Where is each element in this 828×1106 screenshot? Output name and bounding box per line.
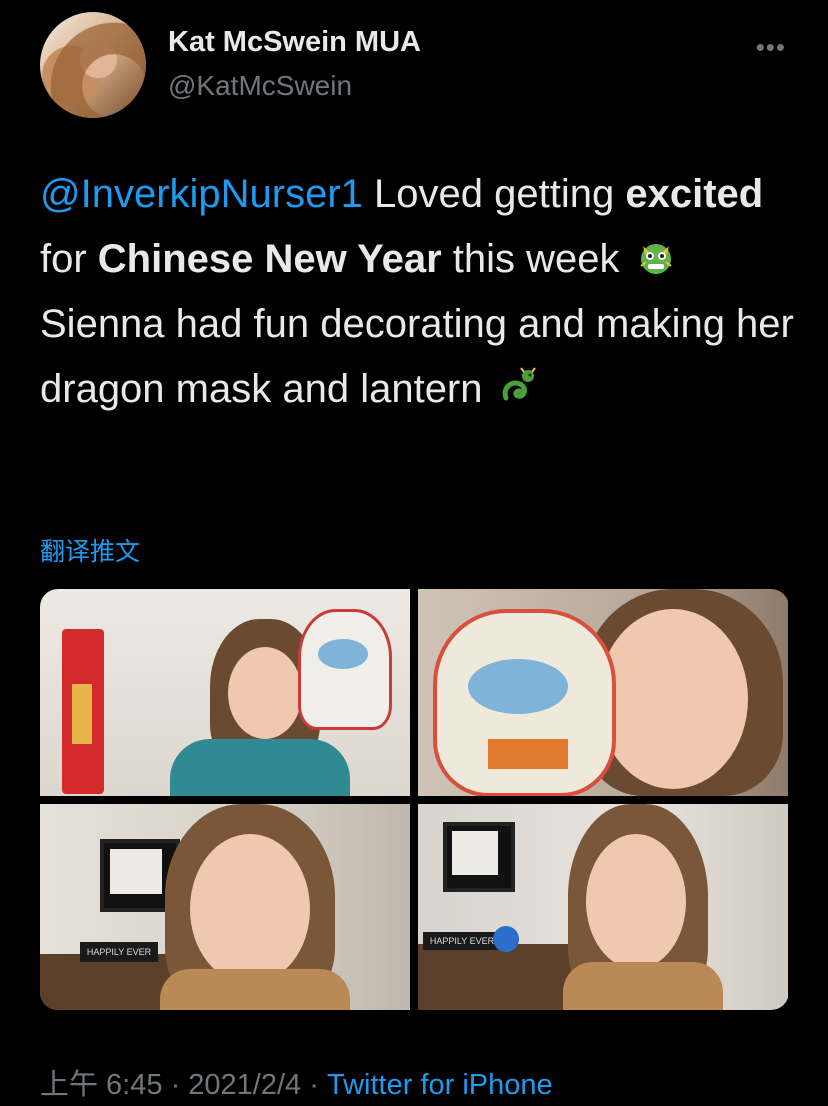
tweet-text: @InverkipNurser1 Loved getting excited f…: [40, 162, 800, 422]
happily-ever-sign: HAPPILY EVER: [80, 942, 158, 962]
mask-eyes: [468, 659, 568, 714]
tweet-text-segment: for: [40, 237, 98, 281]
dragon-face-icon: [640, 244, 672, 274]
mask-eyes: [318, 639, 368, 669]
tweet-text-segment: Sienna had fun decorating and making her…: [40, 302, 794, 411]
dragon-mask: [298, 609, 392, 730]
picture-frame-inner: [110, 849, 162, 894]
child-face: [190, 834, 310, 984]
tweet-time: 上午 6:45: [40, 1069, 163, 1101]
avatar[interactable]: [40, 12, 146, 118]
child-face: [586, 834, 686, 969]
translate-tweet-link[interactable]: 翻译推文: [40, 532, 140, 568]
separator: ·: [170, 1069, 181, 1101]
tweet-footer: 上午 6:45 · 2021/2/4 · Twitter for iPhone: [40, 1061, 553, 1103]
tweet-header: Kat McSwein MUA @KatMcSwein •••: [40, 8, 800, 118]
photo-2[interactable]: [418, 589, 788, 796]
child-top: [160, 969, 350, 1010]
picture-frame-inner: [452, 831, 498, 875]
author-handle[interactable]: @KatMcSwein: [168, 70, 352, 102]
photo-1[interactable]: [40, 589, 410, 796]
separator: ·: [309, 1069, 319, 1101]
tweet-text-segment: Loved getting: [362, 172, 626, 216]
media-grid: HAPPILY EVER HAPPILY EVER: [40, 589, 789, 1010]
tweet-bold-excited: excited: [625, 172, 764, 216]
tweet-source-link[interactable]: Twitter for iPhone: [327, 1069, 553, 1101]
avatar-hair: [40, 12, 146, 118]
child-face: [228, 647, 302, 739]
dragon-icon: [502, 367, 536, 401]
author-display-name[interactable]: Kat McSwein MUA: [168, 26, 421, 59]
tweet-text-segment: this week: [441, 237, 631, 281]
photo-3[interactable]: HAPPILY EVER: [40, 804, 410, 1010]
more-options-icon[interactable]: •••: [756, 32, 786, 63]
blue-ornament: [493, 926, 519, 952]
lantern-pattern: [72, 684, 92, 744]
happily-ever-sign: HAPPILY EVER: [423, 932, 501, 950]
photo-4[interactable]: HAPPILY EVER: [418, 804, 788, 1010]
mask-teeth: [488, 739, 568, 769]
child-face: [598, 609, 748, 789]
tweet-date: 2021/2/4: [188, 1069, 302, 1101]
shelf: [418, 944, 578, 1010]
tweet-bold-chinese-new-year: Chinese New Year: [97, 237, 442, 281]
child-dress: [170, 739, 350, 796]
mention-link[interactable]: @InverkipNurser1: [40, 172, 363, 216]
child-top: [563, 962, 723, 1010]
